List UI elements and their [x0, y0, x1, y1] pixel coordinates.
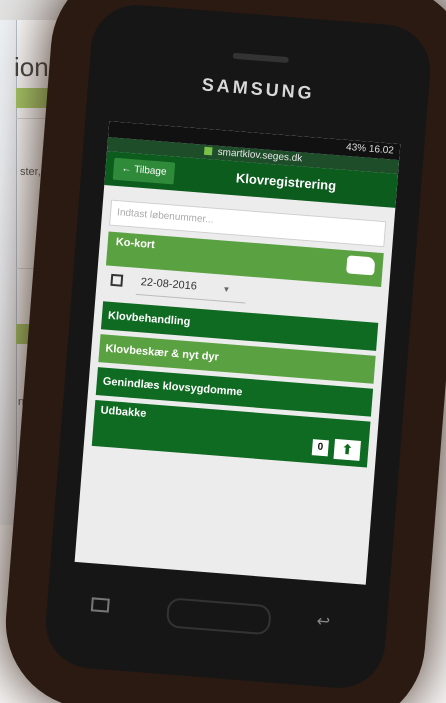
- background-text-low: ntrol: [18, 396, 40, 408]
- date-underline: [135, 293, 246, 304]
- calendar-icon: [110, 273, 124, 287]
- background-text-right: D: [436, 166, 444, 178]
- udbakke-label: Udbakke: [100, 404, 147, 420]
- cow-icon: [346, 255, 376, 276]
- phone-speaker: [232, 52, 289, 64]
- phone-screen: 43% 16.02 smartklov.seges.dk ← Tilbage K…: [74, 121, 401, 585]
- home-button[interactable]: [165, 597, 272, 636]
- phone: SAMSUNG 43% 16.02 smartklov.seges.dk ← T…: [42, 1, 434, 692]
- background-heading: ion: [14, 52, 49, 82]
- lock-icon: [203, 147, 213, 156]
- back-key-icon[interactable]: ↩: [316, 611, 331, 632]
- udbakke-count-badge: 0: [311, 439, 329, 457]
- phone-brand: SAMSUNG: [201, 74, 316, 104]
- upload-icon[interactable]: ⬆: [333, 438, 361, 461]
- date-value: 22-08-2016: [140, 276, 198, 293]
- background-left-panel: [0, 20, 17, 525]
- ko-kort-label: Ko-kort: [115, 236, 156, 252]
- recent-apps-icon[interactable]: [90, 597, 110, 613]
- background-text: ster, der p: [20, 166, 69, 178]
- chevron-down-icon: ▼: [222, 284, 231, 295]
- menu-list: Klovbehandling Klovbeskær & nyt dyr Geni…: [95, 301, 379, 417]
